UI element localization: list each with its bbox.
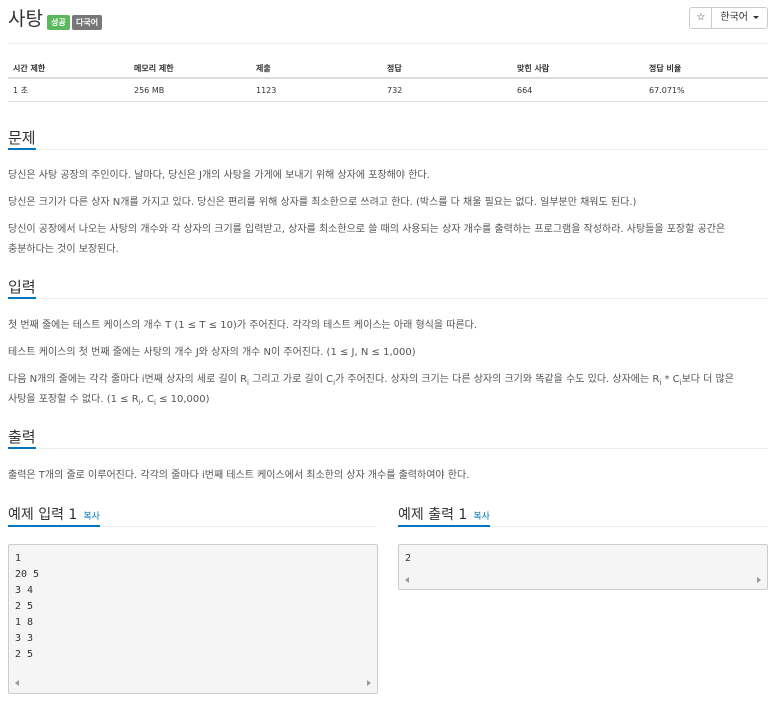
output-heading: 출력 [8, 428, 36, 446]
ratio-value: 67.071% [644, 78, 768, 102]
solved-users-value: 664 [512, 78, 644, 102]
star-icon: ☆ [696, 12, 706, 23]
problem-heading-divider [8, 149, 768, 150]
scroll-left-icon[interactable] [405, 577, 409, 583]
text-fragment: 그리고 가로 길이 C [248, 374, 334, 385]
header-ratio: 정답 비율 [644, 60, 768, 79]
sample-input-heading: 예제 입력 1 복사 [8, 504, 100, 524]
copy-output-button[interactable]: 복사 [473, 512, 490, 522]
input-paragraph-2: 테스트 케이스의 첫 번째 줄에는 사탕의 개수 J와 상자의 개수 N이 주어… [8, 347, 416, 358]
sample-input-title: 예제 입력 1 [8, 507, 78, 523]
memory-limit-value: 256 MB [129, 78, 251, 102]
sample-input-box[interactable]: 1 20 5 3 4 2 5 1 8 3 3 2 5 [8, 544, 378, 694]
sample-input-line: 3 4 [15, 585, 34, 596]
time-limit-value: 1 초 [8, 78, 129, 102]
sample-input-line: 20 5 [15, 569, 40, 580]
output-heading-accent [8, 447, 36, 449]
header-submissions: 제출 [251, 60, 382, 79]
problem-heading-accent [8, 148, 36, 150]
table-header-row: 시간 제한 메모리 제한 제출 정답 맞힌 사람 정답 비율 [8, 60, 768, 79]
input-paragraph-3-line-2: 사탕을 포장할 수 없다. (1 ≤ Ri, Ci ≤ 10,000) [8, 392, 768, 411]
input-paragraph-3-line-1: 다음 N개의 줄에는 각각 줄마다 i번째 상자의 세로 길이 Ri 그리고 가… [8, 372, 768, 391]
sample-input-line: 3 3 [15, 633, 34, 644]
submissions-value: 1123 [251, 78, 382, 102]
input-heading-divider [8, 298, 768, 299]
sample-output-heading: 예제 출력 1 복사 [398, 504, 490, 524]
sample-output-accent [398, 525, 490, 527]
sample-input-line: 1 8 [15, 617, 34, 628]
header-divider [8, 43, 768, 44]
text-fragment: * C [661, 374, 680, 385]
table-row: 1 초 256 MB 1123 732 664 67.071% [8, 78, 768, 102]
output-heading-divider [8, 448, 768, 449]
sample-output-box[interactable]: 2 [398, 544, 768, 590]
scroll-right-icon[interactable] [367, 680, 371, 686]
output-paragraph-1: 출력은 T개의 줄로 이루어진다. 각각의 줄마다 i번째 테스트 케이스에서 … [8, 470, 470, 481]
header-time-limit: 시간 제한 [8, 60, 129, 79]
accepted-value: 732 [382, 78, 512, 102]
problem-paragraph-1: 당신은 사탕 공장의 주인이다. 날마다, 당신은 J개의 사탕을 가게에 보내… [8, 170, 430, 181]
scroll-right-icon[interactable] [757, 577, 761, 583]
sample-input-accent [8, 525, 100, 527]
text-fragment: 사탕을 포장할 수 없다. (1 ≤ R [8, 394, 139, 405]
sample-output-title: 예제 출력 1 [398, 507, 468, 523]
problem-paragraph-3-line-1: 당신이 공장에서 나오는 사탕의 개수와 각 상자의 크기를 입력받고, 상자를… [8, 224, 726, 235]
text-fragment: , C [140, 394, 154, 405]
header-memory-limit: 메모리 제한 [129, 60, 251, 79]
problem-heading: 문제 [8, 129, 36, 147]
star-button[interactable]: ☆ [689, 7, 713, 29]
text-fragment: 가 주어진다. 상자의 크기는 다른 상자의 크기와 똑같을 수도 있다. 상자… [335, 374, 660, 385]
sample-input-line: 2 5 [15, 601, 34, 612]
input-paragraph-1: 첫 번째 줄에는 테스트 케이스의 개수 T (1 ≤ T ≤ 10)가 주어진… [8, 320, 478, 331]
text-fragment: ≤ 10,000) [155, 394, 210, 405]
input-heading: 입력 [8, 278, 36, 296]
page-title: 사탕 [8, 8, 43, 30]
input-heading-accent [8, 297, 36, 299]
sample-input-line: 1 [15, 553, 22, 564]
problem-info-table: 시간 제한 메모리 제한 제출 정답 맞힌 사람 정답 비율 1 초 256 M… [8, 60, 768, 102]
header-solved-users: 맞힌 사람 [512, 60, 644, 79]
success-badge: 성공 [47, 15, 70, 30]
language-dropdown[interactable]: 한국어 [712, 7, 768, 29]
language-label: 한국어 [720, 12, 748, 23]
scroll-left-icon[interactable] [15, 680, 19, 686]
text-fragment: 다음 N개의 줄에는 각각 줄마다 i번째 상자의 세로 길이 R [8, 374, 248, 385]
header-accepted: 정답 [382, 60, 512, 79]
header-button-group: ☆ 한국어 [689, 7, 768, 29]
multilang-badge: 다국어 [72, 15, 103, 30]
sample-output-line: 2 [405, 553, 412, 564]
problem-paragraph-2: 당신은 크기가 다른 상자 N개를 가지고 있다. 당신은 편리를 위해 상자를… [8, 197, 637, 208]
copy-input-button[interactable]: 복사 [83, 512, 100, 522]
sample-input-line: 2 5 [15, 649, 34, 660]
text-fragment: 보다 더 많은 [681, 374, 734, 385]
caret-down-icon [753, 15, 759, 19]
problem-paragraph-3-line-2: 충분하다는 것이 보장된다. [8, 244, 119, 255]
